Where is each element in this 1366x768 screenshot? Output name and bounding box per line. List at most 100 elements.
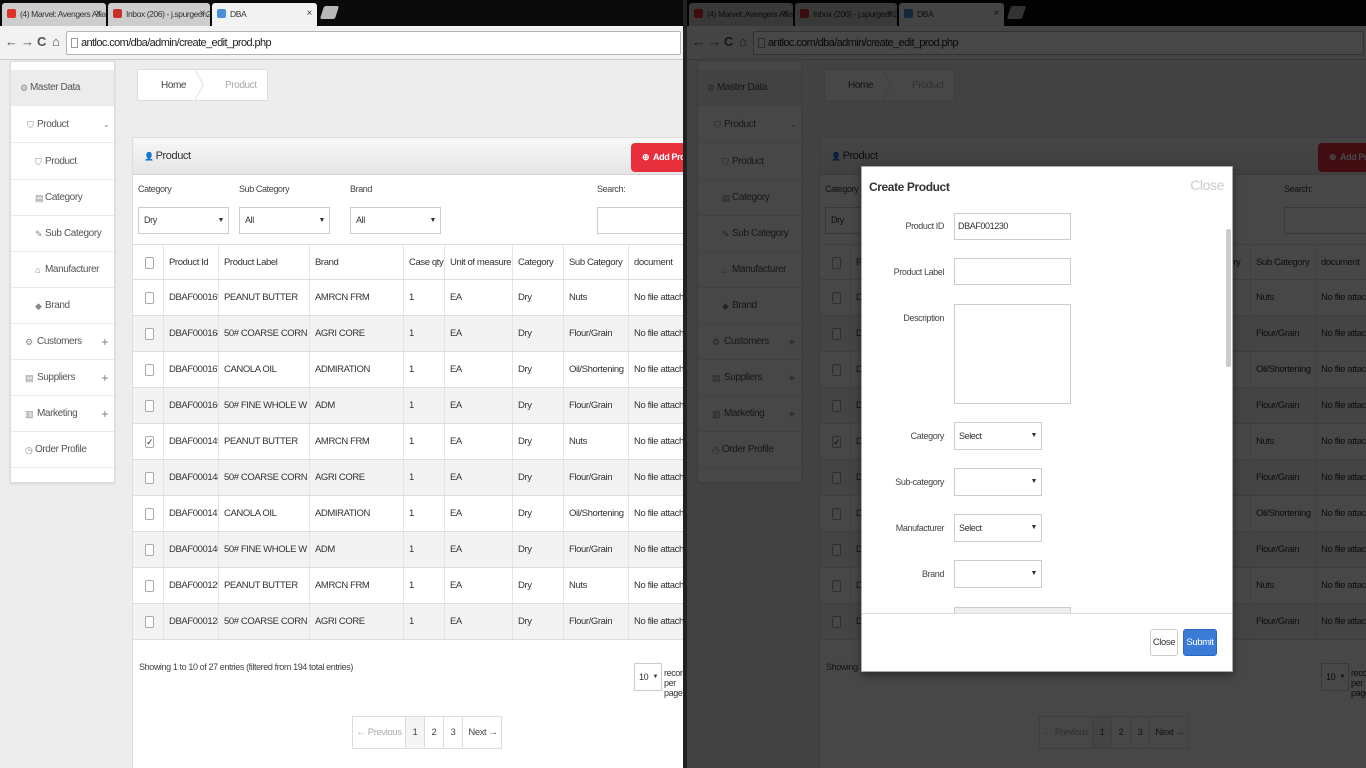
sidebar-item[interactable]: ⚙Master Data [11,70,114,106]
product-label-input[interactable] [954,258,1071,285]
brand-select[interactable]: All ▼ [350,207,441,234]
table-cell: No file attach [628,568,683,603]
tab-close-icon[interactable]: × [96,3,102,25]
table-row[interactable]: ✓DBAF000149PEANUT BUTTERAMRCN FRM1EADryN… [133,424,683,460]
expand-icon[interactable]: + [101,324,108,360]
table-cell: Flour/Grain [563,532,628,567]
table-row[interactable]: DBAF000129PEANUT BUTTERAMRCN FRM1EADryNu… [133,568,683,604]
table-row[interactable]: DBAF00014850# COARSE CORNAGRI CORE1EADry… [133,460,683,496]
new-tab-button[interactable] [319,6,340,19]
table-row[interactable]: DBAF000167CANOLA OILADMIRATION1EADryOil/… [133,352,683,388]
sidebar-item[interactable]: ▤Suppliers + [11,360,114,396]
sidebar-item[interactable]: ⛉Product - [11,107,114,143]
reload-button[interactable]: C [37,34,46,49]
sidebar-item-icon: ⚙ [25,337,33,347]
row-checkbox[interactable] [145,328,154,340]
column-header[interactable]: Product Label [218,245,309,279]
browser-tab[interactable]: Inbox (206) - j.spurgeon2(× [108,3,210,26]
expand-icon[interactable]: + [101,396,108,432]
table-cell: AMRCN FRM [309,424,403,459]
previous-page-button[interactable]: ← Previous [353,717,406,748]
browser-tab[interactable]: (4) Marvel: Avengers Allia× [2,3,106,26]
select-all-checkbox[interactable] [145,257,154,269]
category-value: Select [959,431,982,441]
scrollbar-thumb[interactable] [1226,229,1231,367]
column-header[interactable]: Brand [309,245,403,279]
breadcrumb-home[interactable]: Home [161,70,186,102]
panel-title-text: Product [155,150,192,162]
sidebar-item[interactable]: ◷Order Profile [11,432,114,468]
category-select[interactable]: Select ▼ [954,422,1042,450]
next-page-button[interactable]: Next → [463,717,503,748]
table-row[interactable]: DBAF00016650# FINE WHOLE WADM1EADryFlour… [133,388,683,424]
back-button[interactable]: ← [5,34,18,49]
row-checkbox[interactable] [145,292,154,304]
expand-icon[interactable]: + [101,360,108,396]
manufacturer-select[interactable]: Select ▼ [954,514,1042,542]
modal-close-button[interactable]: Close [1150,629,1178,656]
sidebar-item[interactable]: ▥Marketing + [11,396,114,432]
sidebar-item[interactable]: ⚙ Customers + [11,324,114,360]
table-cell: PEANUT BUTTER [218,280,309,315]
tab-close-icon[interactable]: × [200,3,206,25]
row-checkbox[interactable] [145,508,154,520]
brand-select[interactable]: ▼ [954,560,1042,588]
records-per-page-label: records per page [664,668,683,698]
modal-close-link[interactable]: Close [1190,177,1224,193]
submit-button[interactable]: Submit [1183,629,1217,656]
row-checkbox[interactable] [145,580,154,592]
category-select[interactable]: Dry ▼ [138,207,229,234]
sidebar-item[interactable]: ◆Brand [11,288,114,324]
brand-label: Brand [921,569,944,579]
table-row[interactable]: DBAF000147CANOLA OILADMIRATION1EADryOil/… [133,496,683,532]
table-row[interactable]: DBAF00016850# COARSE CORNAGRI CORE1EADry… [133,316,683,352]
forward-button[interactable]: → [21,34,34,49]
sidebar-item[interactable]: ⌂ Manufacturer [11,252,114,288]
sidebar-item[interactable]: ⛉Product [11,144,114,180]
sidebar-item-label: Customers [37,336,82,347]
column-header[interactable]: Case qty [403,245,444,279]
sidebar-item[interactable]: ▤Category [11,180,114,216]
table-cell: 1 [403,280,444,315]
page-3-button[interactable]: 3 [444,717,463,748]
page-1-button[interactable]: 1 [406,717,425,748]
description-textarea[interactable] [954,304,1071,404]
subcategory-select[interactable]: ▼ [954,468,1042,496]
subcategory-select[interactable]: All ▼ [239,207,330,234]
home-button[interactable]: ⌂ [52,34,60,49]
brand-filter-label: Brand [350,184,373,194]
table-cell: EA [444,316,512,351]
browser-window-left: (4) Marvel: Avengers Allia × Inbox (206) -… [0,0,683,768]
row-checkbox[interactable] [145,544,154,556]
table-row[interactable]: DBAF00014650# FINE WHOLE WADM1EADryFlour… [133,532,683,568]
sidebar-item-icon: ⛉ [35,157,42,167]
product-id-input[interactable]: DBAF001230 [954,213,1071,240]
table-row[interactable]: DBAF000169PEANUT BUTTERAMRCN FRM1EADryNu… [133,280,683,316]
url-input[interactable]: antloc.com/dba/admin/create_edit_prod.ph… [66,31,681,55]
add-product-button[interactable]: ⊕Add Product [631,143,683,172]
expand-icon[interactable]: - [104,107,108,143]
table-cell: DBAF000148 [163,460,218,495]
tab-close-icon[interactable]: × [307,3,313,25]
sidebar-item[interactable]: ✎Sub Category [11,216,114,252]
row-checkbox[interactable] [145,364,154,376]
sidebar-item-icon: ▥ [25,409,34,419]
row-checkbox[interactable]: ✓ [145,436,154,448]
row-checkbox[interactable] [145,400,154,412]
column-header[interactable]: document [628,245,683,279]
column-header[interactable]: Category [512,245,563,279]
column-header[interactable]: Product Id [163,245,218,279]
row-checkbox[interactable] [145,616,154,628]
url-text: antloc.com/dba/admin/create_edit_prod.ph… [81,37,272,49]
sidebar-item-icon: ▤ [25,373,34,383]
table-row[interactable]: DBAF00012850# COARSE CORNAGRI CORE1EADry… [133,604,683,640]
row-checkbox[interactable] [145,472,154,484]
column-header[interactable]: Sub Category [563,245,628,279]
modal-scrollbar[interactable] [1224,217,1232,609]
page-2-button[interactable]: 2 [425,717,444,748]
search-input[interactable] [597,207,683,234]
column-header[interactable]: Unit of measure [444,245,512,279]
records-per-page-select[interactable]: 10▼ [634,663,662,691]
subcategory-select-value: All [245,215,254,225]
browser-tab[interactable]: DBA × [212,3,317,26]
